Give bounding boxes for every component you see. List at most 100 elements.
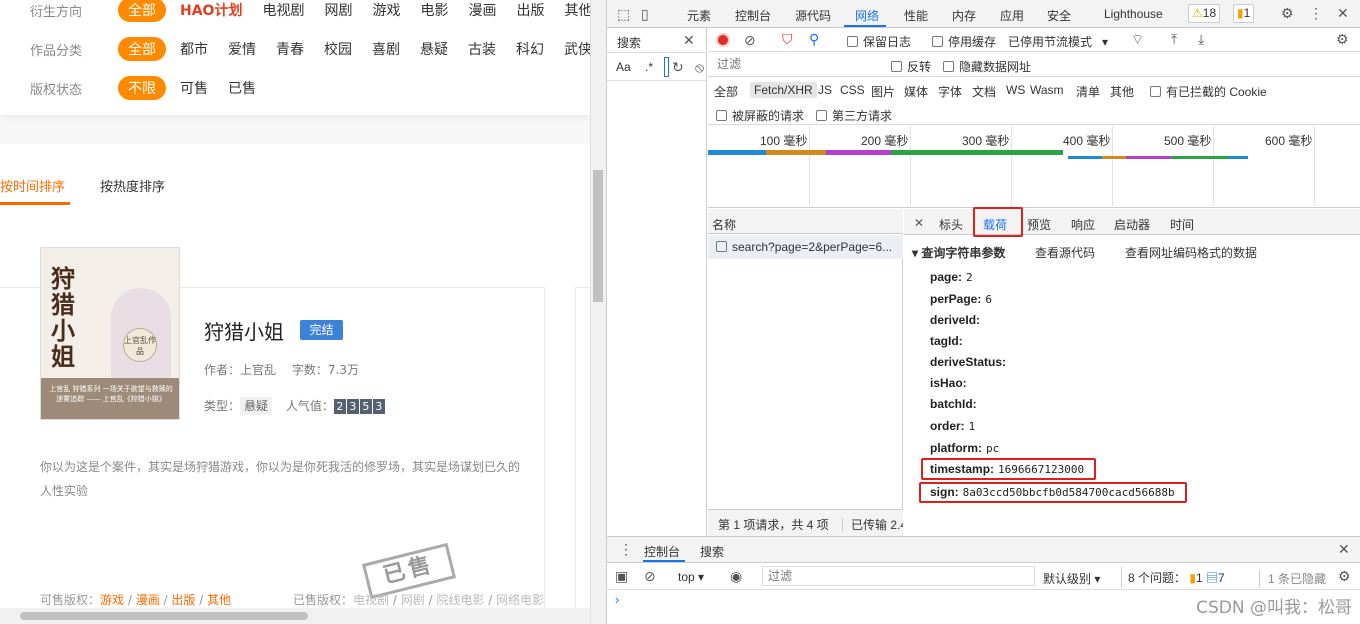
- sort-by-heat-tab[interactable]: 按热度排序: [100, 176, 165, 195]
- filter-option[interactable]: 电影: [420, 0, 448, 20]
- filter-option[interactable]: 出版: [516, 0, 544, 20]
- tab-initiator[interactable]: 启动器: [1114, 216, 1150, 233]
- author-name[interactable]: 上官乱: [240, 363, 276, 377]
- drawer-menu-icon[interactable]: ⋮: [619, 542, 633, 556]
- filter-icon[interactable]: ⛉: [782, 32, 793, 46]
- throttle-select[interactable]: 已停用节流模式 ▾: [1008, 33, 1108, 50]
- search-icon[interactable]: ⚲: [809, 32, 819, 46]
- clear-icon[interactable]: ⊘: [744, 33, 756, 47]
- tab-sources[interactable]: 源代码: [795, 7, 831, 24]
- type-filter-css[interactable]: CSS: [840, 83, 865, 97]
- type-filter-media[interactable]: 媒体: [904, 83, 928, 100]
- tab-headers[interactable]: 标头: [939, 216, 963, 233]
- filter-option[interactable]: 青春: [276, 39, 304, 59]
- filter-option-all[interactable]: 全部: [118, 0, 166, 22]
- right-link[interactable]: 其他: [207, 593, 231, 607]
- network-timeline[interactable]: 100 毫秒 200 毫秒 300 毫秒 400 毫秒 500 毫秒 600 毫…: [708, 126, 1360, 208]
- filter-option[interactable]: 爱情: [228, 39, 256, 59]
- type-filter-manifest[interactable]: 清单: [1076, 83, 1100, 100]
- tab-security[interactable]: 安全: [1047, 7, 1071, 24]
- network-conditions-icon[interactable]: ⌔: [1131, 32, 1144, 46]
- filter-option[interactable]: 科幻: [516, 39, 544, 59]
- record-icon[interactable]: [716, 33, 730, 47]
- tab-memory[interactable]: 内存: [952, 7, 976, 24]
- view-url-encoded-link[interactable]: 查看网址编码格式的数据: [1125, 244, 1257, 261]
- type-filter-doc[interactable]: 文档: [972, 83, 996, 100]
- type-filter-wasm[interactable]: Wasm: [1030, 83, 1064, 97]
- filter-option[interactable]: 游戏: [372, 0, 400, 20]
- drawer-tab-search[interactable]: 搜索: [700, 543, 724, 560]
- preserve-log-checkbox[interactable]: 保留日志: [847, 33, 911, 50]
- warnings-badge[interactable]: ⚠18: [1188, 4, 1221, 23]
- book-cover-image[interactable]: 狩猎小姐 上官乱作品 上官乱 狩猎系列 一场关于欲望与救赎的迷雾追踪 —— 上官…: [40, 247, 180, 420]
- log-level-select[interactable]: 默认级别 ▾: [1043, 570, 1100, 587]
- book-card-next[interactable]: [575, 287, 590, 624]
- request-row[interactable]: search?page=2&perPage=6...: [708, 235, 903, 259]
- horizontal-scroll-thumb[interactable]: [20, 612, 308, 620]
- eye-icon[interactable]: ◉: [730, 569, 742, 583]
- drawer-tab-console[interactable]: 控制台: [644, 543, 680, 560]
- search-input[interactable]: [664, 57, 669, 77]
- device-toolbar-icon[interactable]: ▯: [641, 7, 649, 21]
- type-filter-ws[interactable]: WS: [1006, 83, 1025, 97]
- close-icon[interactable]: ✕: [1338, 542, 1350, 556]
- tab-console[interactable]: 控制台: [735, 7, 771, 24]
- blocked-cookies-checkbox[interactable]: 有已拦截的 Cookie: [1150, 83, 1267, 100]
- console-filter-input[interactable]: [762, 566, 1035, 586]
- issues-button[interactable]: 8 个问题： ▮1 ▤7: [1121, 567, 1231, 588]
- filter-option[interactable]: 悬疑: [420, 39, 448, 59]
- name-column-header[interactable]: 名称: [708, 209, 903, 234]
- filter-input[interactable]: [712, 54, 875, 74]
- type-filter-js[interactable]: JS: [818, 83, 832, 97]
- console-prompt[interactable]: ›: [615, 592, 619, 607]
- close-icon[interactable]: ✕: [1337, 6, 1349, 20]
- filter-option[interactable]: 古装: [468, 39, 496, 59]
- refresh-icon[interactable]: ↻: [672, 60, 684, 74]
- vertical-scrollbar[interactable]: [590, 0, 606, 624]
- match-case-toggle[interactable]: Aa: [616, 60, 631, 74]
- blocked-requests-checkbox[interactable]: 被屏蔽的请求: [716, 107, 804, 124]
- kebab-menu-icon[interactable]: ⋮: [1309, 6, 1323, 20]
- gear-icon[interactable]: ⚙: [1338, 569, 1351, 583]
- filter-option[interactable]: 喜剧: [372, 39, 400, 59]
- filter-option-hao[interactable]: HAO计划: [180, 0, 242, 20]
- invert-checkbox[interactable]: 反转: [891, 58, 931, 75]
- filter-option[interactable]: 已售: [228, 78, 256, 98]
- hide-data-urls-checkbox[interactable]: 隐藏数据网址: [943, 58, 1031, 75]
- regex-toggle[interactable]: .*: [645, 60, 653, 74]
- tab-response[interactable]: 响应: [1071, 216, 1095, 233]
- filter-option[interactable]: 校园: [324, 39, 352, 59]
- filter-option-unlimited[interactable]: 不限: [118, 76, 166, 100]
- right-link[interactable]: 漫画: [136, 593, 160, 607]
- view-source-link[interactable]: 查看源代码: [1035, 244, 1095, 261]
- errors-badge[interactable]: ▮1: [1233, 4, 1255, 23]
- gear-icon[interactable]: ⚙: [1336, 32, 1349, 46]
- clear-console-icon[interactable]: ⊘: [644, 569, 656, 583]
- filter-option[interactable]: 武侠: [564, 39, 590, 59]
- inspect-icon[interactable]: ⬚: [617, 7, 630, 21]
- close-icon[interactable]: ✕: [914, 216, 924, 230]
- tab-application[interactable]: 应用: [1000, 7, 1024, 24]
- sort-by-time-tab[interactable]: 按时间排序: [0, 176, 65, 195]
- import-har-icon[interactable]: ⤒: [1171, 32, 1177, 46]
- right-link[interactable]: 游戏: [100, 593, 124, 607]
- disable-cache-checkbox[interactable]: 停用缓存: [932, 33, 996, 50]
- context-select[interactable]: top ▾: [678, 570, 704, 584]
- filter-option[interactable]: 都市: [180, 39, 208, 59]
- tab-lighthouse[interactable]: Lighthouse: [1104, 7, 1163, 21]
- query-string-section[interactable]: ▾ 查询字符串参数: [912, 244, 1005, 261]
- filter-option-all[interactable]: 全部: [118, 37, 166, 61]
- tab-preview[interactable]: 预览: [1027, 216, 1051, 233]
- tab-timing[interactable]: 时间: [1170, 216, 1194, 233]
- filter-option[interactable]: 网剧: [324, 0, 352, 20]
- close-icon[interactable]: ✕: [683, 33, 695, 47]
- type-filter-other[interactable]: 其他: [1110, 83, 1134, 100]
- type-filter-all[interactable]: 全部: [714, 83, 738, 100]
- type-filter-fetch-xhr[interactable]: Fetch/XHR: [750, 82, 817, 98]
- tab-elements[interactable]: 元素: [687, 7, 711, 24]
- filter-option[interactable]: 漫画: [468, 0, 496, 20]
- filter-option[interactable]: 其他: [564, 0, 590, 20]
- type-filter-img[interactable]: 图片: [871, 83, 895, 100]
- book-title[interactable]: 狩猎小姐: [204, 316, 284, 345]
- clear-icon[interactable]: ⦸: [695, 60, 704, 74]
